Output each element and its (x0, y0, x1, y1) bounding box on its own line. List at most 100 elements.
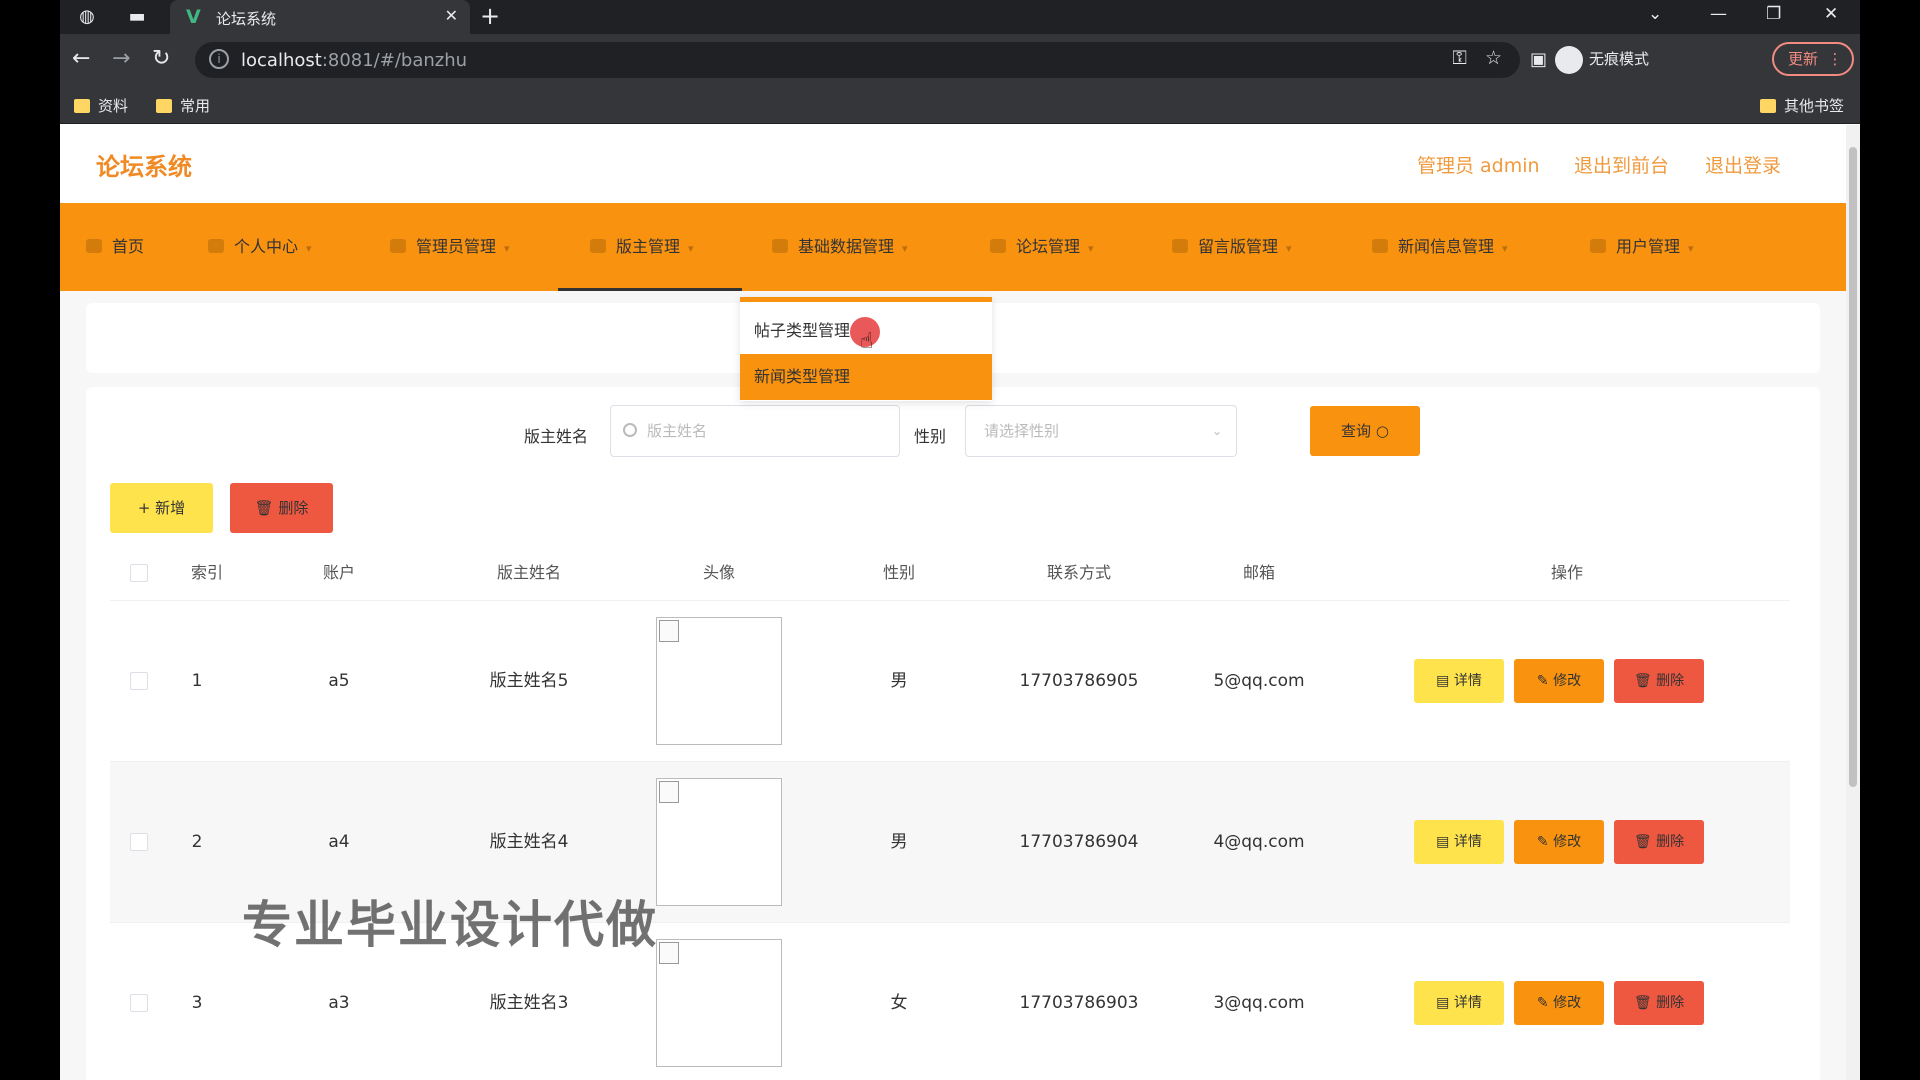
url-text: localhost:8081/#/banzhu (241, 50, 468, 71)
exit-to-front-link[interactable]: 退出到前台 (1574, 151, 1669, 178)
profile-label: 无痕模式 (1589, 50, 1650, 68)
delete-button[interactable]: 🗑︎ 删除 (1614, 659, 1704, 703)
row-checkbox[interactable] (130, 833, 148, 851)
cell-gender: 男 (890, 671, 908, 691)
cell-index: 1 (191, 671, 203, 691)
star-icon[interactable]: ☆ (1485, 47, 1502, 69)
pointer-hand-icon: ☝ (860, 329, 874, 354)
menu-item-news[interactable]: 新闻信息管理 ▾ (1372, 203, 1508, 291)
tab-list-chevron-icon[interactable]: ⌄ (1648, 4, 1662, 24)
admin-user-link[interactable]: 管理员 admin (1417, 151, 1540, 178)
menu-item-users[interactable]: 用户管理 ▾ (1590, 203, 1694, 291)
menu-item-profile[interactable]: 个人中心 ▾ (208, 203, 312, 291)
bookmark-folder-1[interactable]: 常用 (156, 95, 210, 116)
name-search-input[interactable]: 版主姓名 (610, 405, 900, 457)
vue-favicon-icon: V (186, 6, 201, 28)
reload-icon[interactable]: ↻ (152, 46, 170, 72)
tab-search-icon[interactable]: ▬ (126, 6, 148, 28)
forward-arrow-icon[interactable]: → (112, 46, 130, 72)
admin-icon (390, 239, 406, 253)
chevron-down-icon: ⌄ (1211, 424, 1222, 438)
row-checkbox[interactable] (130, 994, 148, 1012)
restore-icon[interactable]: ❐ (1766, 4, 1781, 24)
folder-icon (156, 99, 172, 113)
row-checkbox[interactable] (130, 672, 148, 690)
cell-index: 3 (191, 993, 203, 1013)
col-gender: 性别 (882, 563, 915, 582)
browser-toolbar: ← → ↻ i localhost:8081/#/banzhu ⚿ ☆ ▣ 无痕… (60, 34, 1860, 86)
close-window-icon[interactable]: ✕ (1824, 4, 1838, 24)
tab-strip: ◍ ▬ V 论坛系统 ✕ + ⌄ — ❐ ✕ (60, 0, 1860, 34)
col-account: 账户 (322, 563, 355, 582)
other-bookmarks[interactable]: 其他书签 (1760, 95, 1844, 116)
query-button[interactable]: 查询 ○ (1310, 406, 1420, 456)
col-phone: 联系方式 (1046, 563, 1111, 582)
avatar-image (656, 778, 782, 906)
edit-button[interactable]: ✎ 修改 (1514, 659, 1604, 703)
delete-button[interactable]: 🗑︎ 删除 (1614, 981, 1704, 1025)
table-row: 1 a5 版主姓名5 男 17703786905 5@qq.com ▤ 详情 ✎… (110, 601, 1790, 762)
close-tab-icon[interactable]: ✕ (445, 6, 458, 25)
col-name: 版主姓名 (496, 563, 561, 582)
browser-window: ◍ ▬ V 论坛系统 ✕ + ⌄ — ❐ ✕ ← → ↻ i localhost… (60, 0, 1860, 1080)
col-email: 邮箱 (1242, 563, 1275, 582)
minimize-icon[interactable]: — (1710, 4, 1727, 24)
cell-name: 版主姓名5 (489, 671, 569, 691)
broken-image-icon (659, 620, 679, 642)
gender-select[interactable]: 请选择性别 ⌄ (965, 405, 1237, 457)
detail-button[interactable]: ▤ 详情 (1414, 659, 1504, 703)
browser-tab[interactable]: V 论坛系统 ✕ (170, 0, 470, 34)
col-index: 索引 (190, 563, 223, 582)
new-tab-icon[interactable]: + (480, 2, 500, 30)
edit-button[interactable]: ✎ 修改 (1514, 820, 1604, 864)
key-icon[interactable]: ⚿ (1452, 47, 1466, 69)
forum-icon (990, 239, 1006, 253)
avatar-image (656, 939, 782, 1067)
globe-icon[interactable]: ◍ (76, 6, 98, 28)
cell-gender: 男 (890, 832, 908, 852)
folder-icon (74, 99, 90, 113)
page-viewport: 论坛系统 管理员 admin 退出到前台 退出登录 首页 个人中心 ▾ 管理员管理… (60, 125, 1860, 1080)
submenu-item-news-types[interactable]: 新闻类型管理 (740, 354, 992, 400)
omnibox-actions: ⚿ ☆ (1452, 47, 1502, 69)
trash-icon: 🗑︎ (254, 499, 274, 517)
incognito-profile[interactable]: 无痕模式 (1555, 44, 1649, 74)
page-scrollbar[interactable] (1846, 125, 1860, 1080)
menu-item-home[interactable]: 首页 (86, 203, 144, 291)
side-panel-icon[interactable]: ▣ (1530, 47, 1547, 73)
bookmark-folder-0[interactable]: 资料 (74, 95, 128, 116)
menu-item-guestbook[interactable]: 留言版管理 ▾ (1172, 203, 1292, 291)
moderator-icon (590, 239, 606, 253)
site-header: 论坛系统 管理员 admin 退出到前台 退出登录 (60, 125, 1846, 203)
site-logo: 论坛系统 (96, 153, 192, 181)
database-icon (772, 239, 788, 253)
menu-item-admins[interactable]: 管理员管理 ▾ (390, 203, 510, 291)
select-all-checkbox[interactable] (130, 564, 148, 582)
menu-item-moderators[interactable]: 版主管理 ▾ (558, 203, 742, 291)
scroll-thumb[interactable] (1849, 147, 1857, 787)
detail-button[interactable]: ▤ 详情 (1414, 820, 1504, 864)
cell-phone: 17703786905 (1019, 671, 1139, 691)
update-button[interactable]: 更新 ⋮ (1772, 42, 1854, 76)
search-icon: ○ (1375, 422, 1389, 440)
logout-link[interactable]: 退出登录 (1705, 151, 1781, 178)
home-icon (86, 239, 102, 253)
cell-phone: 17703786903 (1019, 993, 1139, 1013)
cell-account: a5 (328, 671, 350, 691)
site-info-icon[interactable]: i (209, 49, 229, 69)
menu-item-forum[interactable]: 论坛管理 ▾ (990, 203, 1094, 291)
back-arrow-icon[interactable]: ← (72, 46, 90, 72)
table-header: 索引 账户 版主姓名 头像 性别 联系方式 邮箱 操作 (110, 545, 1790, 601)
folder-icon (1760, 99, 1776, 113)
incognito-icon (1555, 45, 1583, 74)
col-actions: 操作 (1550, 563, 1583, 582)
batch-delete-button[interactable]: 🗑︎ 删除 (230, 483, 333, 533)
detail-button[interactable]: ▤ 详情 (1414, 981, 1504, 1025)
add-button[interactable]: + 新增 (110, 483, 213, 533)
watermark-text: 专业毕业设计代做 (242, 896, 658, 954)
delete-button[interactable]: 🗑︎ 删除 (1614, 820, 1704, 864)
search-icon (623, 423, 637, 437)
edit-button[interactable]: ✎ 修改 (1514, 981, 1604, 1025)
menu-item-base-data[interactable]: 基础数据管理 ▾ (772, 203, 908, 291)
address-bar[interactable]: i localhost:8081/#/banzhu ⚿ ☆ (195, 42, 1520, 78)
